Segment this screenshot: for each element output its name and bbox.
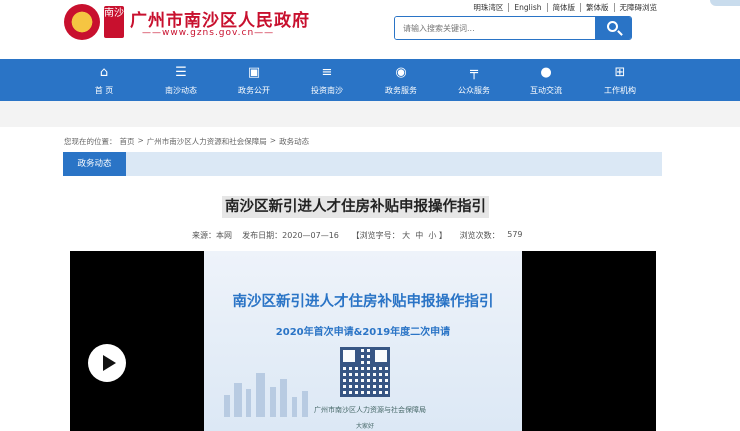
play-button[interactable] [88,344,126,382]
video-frame-org: 广州市南沙区人力资源与社会保障局 [314,406,426,414]
toplink-mingzhuwan[interactable]: 明珠湾区 [468,3,510,12]
top-links: 明珠湾区 English 简体版 繁体版 无障碍浏览 [468,3,662,12]
search-box [394,16,632,40]
nav-label: 首 页 [94,86,114,95]
nav-item-gov-services[interactable]: ◉ 政务服务 [366,59,436,101]
briefcase-icon: ▣ [247,65,261,80]
spacer-band [0,101,740,127]
breadcrumb: 您现在的位置： 首页 > 广州市南沙区人力资源和社会保障局 > 政务动态 [64,136,312,147]
main-nav: ⌂ 首 页 ☰ 南沙动态 ▣ 政务公开 ≡ 投资南沙 ◉ 政务服务 ╤ 公众服务… [0,59,740,101]
breadcrumb-bureau[interactable]: 广州市南沙区人力资源和社会保障局 [147,136,267,147]
chat-icon: ● [540,65,552,80]
nav-item-interaction[interactable]: ● 互动交流 [511,59,581,101]
globe-icon: ◉ [395,65,407,80]
meta-gap [447,230,460,241]
font-size-switcher[interactable]: 【浏览字号： 大 中 小 】 [352,230,447,241]
video-frame-subtitle: 2020年首次申请&2019年度二次申请 [275,327,451,338]
nav-label: 工作机构 [604,86,636,95]
views-label: 浏览次数： [459,231,500,240]
nav-item-gov-affairs[interactable]: ▣ 政务公开 [219,59,289,101]
toplink-traditional[interactable]: 繁体版 [581,3,615,12]
article-date: 发布日期：2020—07—16 [242,231,339,240]
coins-icon: ≡ [321,65,333,80]
meta-gap [339,230,352,241]
search-input[interactable] [395,17,595,39]
nav-label: 投资南沙 [311,86,343,95]
breadcrumb-prefix: 您现在的位置： [64,137,117,146]
corner-badge [710,0,740,6]
nav-item-news[interactable]: ☰ 南沙动态 [146,59,216,101]
nav-item-invest[interactable]: ≡ 投资南沙 [292,59,362,101]
meta-gap [232,230,242,241]
nav-label: 公众服务 [458,86,490,95]
views-count: 579 [507,230,523,239]
nansha-seal-logo: 南沙 [104,6,124,38]
article-source: 来源：本网 [192,231,232,240]
nav-item-home[interactable]: ⌂ 首 页 [69,59,139,101]
nav-label: 互动交流 [530,86,562,95]
breadcrumb-current[interactable]: 政务动态 [279,136,309,147]
article-title: 南沙区新引进人才住房补贴申报操作指引 [222,196,489,218]
site-header: 南沙 广州市南沙区人民政府 ——www.gzns.gov.cn—— 明珠湾区 E… [0,0,740,58]
toplink-english[interactable]: English [509,3,548,12]
list-icon: ☰ [175,65,187,80]
home-icon: ⌂ [99,65,109,80]
breadcrumb-home[interactable]: 首页 [120,136,135,147]
article-meta: 来源：本网 发布日期：2020—07—16 【浏览字号： 大 中 小 】 浏览次… [192,230,523,241]
category-tab[interactable]: 政务动态 [63,152,126,176]
nav-label: 政务服务 [385,86,417,95]
toplink-accessibility[interactable]: 无障碍浏览 [615,3,663,12]
seal-text: 南沙 [104,8,124,19]
video-frame-title: 南沙区新引进人才住房补贴申报操作指引 [232,294,494,310]
site-url: ——www.gzns.gov.cn—— [142,28,275,38]
signpost-icon: ╤ [470,65,478,80]
video-frame: 南沙区新引进人才住房补贴申报操作指引 2020年首次申请&2019年度二次申请 … [204,251,522,431]
nav-label: 政务公开 [238,86,270,95]
breadcrumb-separator: > [137,136,144,145]
video-frame-footer: 大家好 [356,423,375,430]
search-icon [607,21,618,32]
meta-gap [500,230,508,241]
org-chart-icon: ⊞ [614,65,626,80]
nav-item-public-services[interactable]: ╤ 公众服务 [439,59,509,101]
search-button[interactable] [595,17,631,39]
toplink-simplified[interactable]: 简体版 [548,3,581,12]
national-emblem-icon [64,4,100,40]
nav-label: 南沙动态 [165,86,197,95]
nav-item-agencies[interactable]: ⊞ 工作机构 [585,59,655,101]
category-bar: 政务动态 [63,152,662,176]
breadcrumb-separator: > [269,136,277,145]
